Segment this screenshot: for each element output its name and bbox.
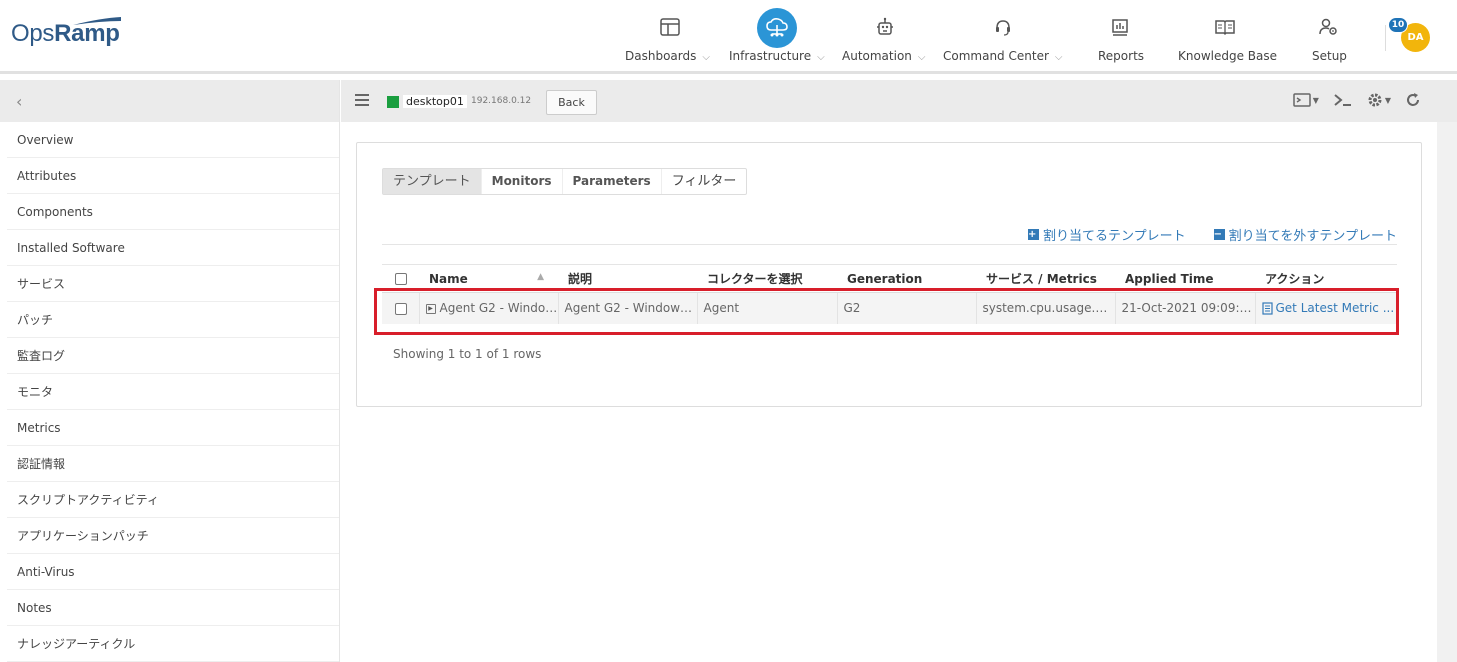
report-icon: [1107, 14, 1133, 40]
tab-bar: テンプレート Monitors Parameters フィルター: [382, 168, 748, 195]
nav-label: Dashboards ⌵: [625, 49, 710, 63]
tab-templates[interactable]: テンプレート: [383, 169, 482, 194]
cloud-network-icon: [757, 8, 797, 48]
tab-filters[interactable]: フィルター: [662, 169, 747, 194]
main-content: desktop01 192.168.0.12 Back ▼ ▼ テンプレート M…: [341, 80, 1457, 662]
sidebar-item-knowledge-articles[interactable]: ナレッジアーティクル: [7, 626, 339, 662]
row-highlight-box: [374, 288, 1399, 335]
refresh-icon[interactable]: [1405, 92, 1421, 108]
header-divider: [1385, 25, 1386, 51]
console-dropdown[interactable]: ▼: [1292, 93, 1319, 107]
nav-label: Infrastructure ⌵: [729, 49, 825, 63]
nav-label: Command Center ⌵: [943, 49, 1063, 63]
nav-label: Knowledge Base: [1178, 49, 1277, 63]
device-header: desktop01 192.168.0.12 Back ▼ ▼: [341, 80, 1457, 122]
assign-templates-link[interactable]: + 割り当てるテンプレート: [1028, 225, 1186, 244]
sidebar-item-monitor[interactable]: モニタ: [7, 374, 339, 410]
nav-label: Setup: [1312, 49, 1347, 63]
sidebar-item-components[interactable]: Components: [7, 194, 339, 230]
menu-icon[interactable]: [355, 94, 369, 109]
sidebar-header: ‹: [0, 80, 339, 122]
chevron-down-icon: ⌵: [817, 52, 825, 63]
sidebar-item-metrics[interactable]: Metrics: [7, 410, 339, 446]
nav-label: Reports: [1098, 49, 1145, 63]
tab-parameters[interactable]: Parameters: [563, 169, 662, 194]
device-status-icon: [387, 96, 399, 108]
logo-swoosh-icon: [73, 17, 121, 25]
unassign-templates-link[interactable]: − 割り当てを外すテンプレート: [1213, 225, 1397, 244]
nav-knowledge-base[interactable]: Knowledge Base: [1178, 0, 1277, 74]
chevron-down-icon: ⌵: [1054, 52, 1063, 63]
sidebar-item-audit-log[interactable]: 監査ログ: [7, 338, 339, 374]
nav-reports[interactable]: Reports: [1098, 0, 1144, 74]
sidebar-item-credentials[interactable]: 認証情報: [7, 446, 339, 482]
opsramp-logo[interactable]: OpsRamp: [11, 17, 121, 48]
user-gear-icon: [1316, 14, 1342, 40]
sidebar-item-installed-software[interactable]: Installed Software: [7, 230, 339, 266]
back-button[interactable]: Back: [546, 90, 597, 115]
actions-divider: [382, 244, 1397, 245]
nav-label: Automation ⌵: [842, 49, 926, 63]
chevron-down-icon: ⌵: [702, 52, 710, 63]
sidebar-menu: Overview Attributes Components Installed…: [0, 122, 339, 662]
sidebar-item-patches[interactable]: パッチ: [7, 302, 339, 338]
header-tools: ▼ ▼: [1292, 92, 1421, 108]
templates-card: テンプレート Monitors Parameters フィルター + 割り当てるテ…: [356, 142, 1422, 407]
device-ip: 192.168.0.12: [471, 96, 532, 106]
template-actions: + 割り当てるテンプレート − 割り当てを外すテンプレート: [1028, 225, 1397, 244]
resource-sidebar: ‹ Overview Attributes Components Install…: [0, 80, 340, 662]
collapse-chevron-left-icon[interactable]: ‹: [16, 92, 22, 111]
nav-automation[interactable]: Automation ⌵: [842, 0, 925, 74]
sidebar-item-attributes[interactable]: Attributes: [7, 158, 339, 194]
tab-monitors[interactable]: Monitors: [482, 169, 563, 194]
sort-up-icon: ▲: [537, 271, 544, 282]
terminal-icon[interactable]: [1333, 93, 1353, 107]
sidebar-item-notes[interactable]: Notes: [7, 590, 339, 626]
settings-dropdown[interactable]: ▼: [1367, 92, 1391, 108]
chevron-down-icon: ⌵: [917, 52, 926, 63]
caret-down-icon: ▼: [1312, 95, 1319, 105]
nav-command-center[interactable]: Command Center ⌵: [943, 0, 1062, 74]
sidebar-item-anti-virus[interactable]: Anti-Virus: [7, 554, 339, 590]
headset-icon: [990, 14, 1016, 40]
minus-square-icon: −: [1213, 229, 1225, 240]
dashboard-icon: [657, 14, 683, 40]
nav-dashboards[interactable]: Dashboards ⌵: [625, 0, 710, 74]
table-footer-count: Showing 1 to 1 of 1 rows: [393, 347, 542, 361]
nav-setup[interactable]: Setup: [1312, 0, 1347, 74]
robot-icon: [872, 14, 898, 40]
notification-badge[interactable]: 10: [1388, 17, 1408, 33]
device-name: desktop01: [403, 95, 467, 108]
sidebar-item-overview[interactable]: Overview: [7, 122, 339, 158]
plus-square-icon: +: [1028, 229, 1040, 240]
sidebar-item-script-activity[interactable]: スクリプトアクティビティ: [7, 482, 339, 518]
sidebar-item-services[interactable]: サービス: [7, 266, 339, 302]
gear-icon: [1368, 93, 1382, 107]
book-icon: [1212, 14, 1238, 40]
sidebar-item-application-patch[interactable]: アプリケーションパッチ: [7, 518, 339, 554]
top-header: OpsRamp Dashboards ⌵ Infrastructure ⌵ Auto…: [0, 0, 1457, 74]
console-window-icon: [1292, 93, 1311, 107]
nav-infrastructure[interactable]: Infrastructure ⌵: [729, 0, 825, 74]
caret-down-icon: ▼: [1384, 95, 1391, 105]
page-scrollbar[interactable]: [1437, 122, 1457, 662]
